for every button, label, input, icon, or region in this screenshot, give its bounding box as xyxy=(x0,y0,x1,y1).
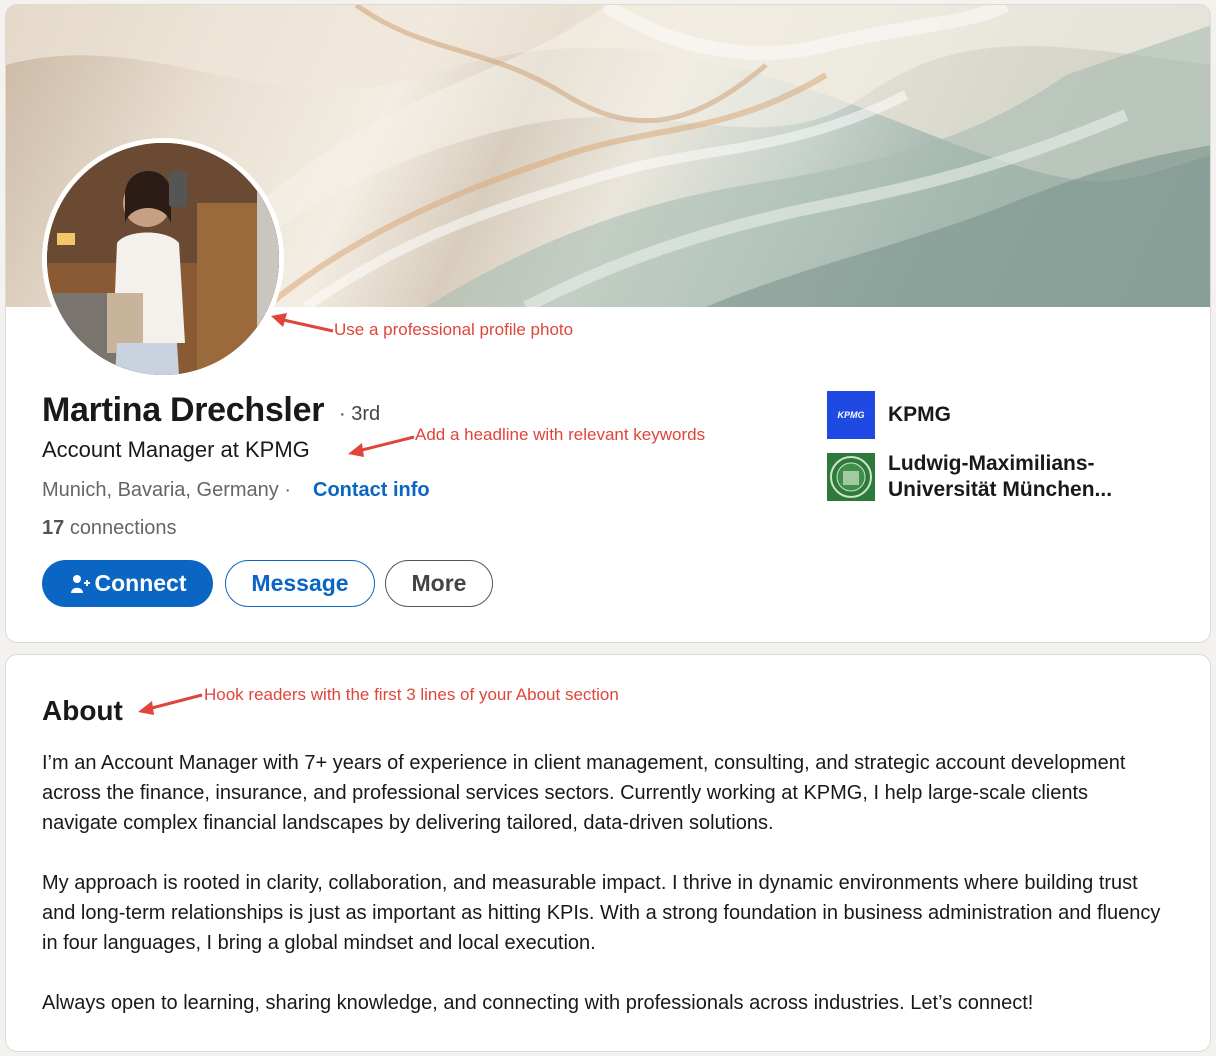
profile-card: Use a professional profile photo Martina… xyxy=(5,4,1211,643)
annotation-about: Hook readers with the first 3 lines of y… xyxy=(204,685,619,704)
connect-button[interactable]: Connect xyxy=(42,560,213,607)
profile-headline: Account Manager at KPMG xyxy=(42,437,310,462)
connections-count[interactable]: 17 connections xyxy=(42,517,177,540)
about-paragraph: I’m an Account Manager with 7+ years of … xyxy=(42,752,1126,834)
connect-label: Connect xyxy=(94,570,187,596)
lmu-seal-logo xyxy=(827,453,875,501)
org-lmu[interactable]: Ludwig-Maximilians-Universität München..… xyxy=(827,451,1128,503)
about-text: I’m an Account Manager with 7+ years of … xyxy=(42,748,1162,1048)
about-paragraph: Always open to learning, sharing knowled… xyxy=(42,992,1034,1014)
profile-location: Munich, Bavaria, Germany · xyxy=(42,479,291,501)
more-button[interactable]: More xyxy=(385,560,493,607)
message-button[interactable]: Message xyxy=(225,560,375,607)
about-paragraph: My approach is rooted in clarity, collab… xyxy=(42,872,1161,954)
org-kpmg-label: KPMG xyxy=(888,403,951,426)
profile-name: Martina Drechsler xyxy=(42,391,325,429)
annotation-headline: Add a headline with relevant keywords xyxy=(415,425,706,444)
kpmg-logo: KPMG xyxy=(827,391,875,439)
annotation-photo: Use a professional profile photo xyxy=(334,320,574,339)
connections-label: connections xyxy=(69,517,177,539)
org-kpmg[interactable]: KPMG KPMG xyxy=(827,391,951,439)
profile-photo[interactable] xyxy=(42,138,284,380)
org-lmu-label: Ludwig-Maximilians-Universität München..… xyxy=(888,452,1113,501)
connection-degree: · 3rd xyxy=(339,403,381,425)
contact-info-link[interactable]: Contact info xyxy=(313,479,430,502)
add-person-icon xyxy=(69,573,91,595)
connections-number: 17 xyxy=(42,517,65,539)
about-title: About xyxy=(42,695,123,726)
about-card: About Hook readers with the first 3 line… xyxy=(5,654,1211,1052)
